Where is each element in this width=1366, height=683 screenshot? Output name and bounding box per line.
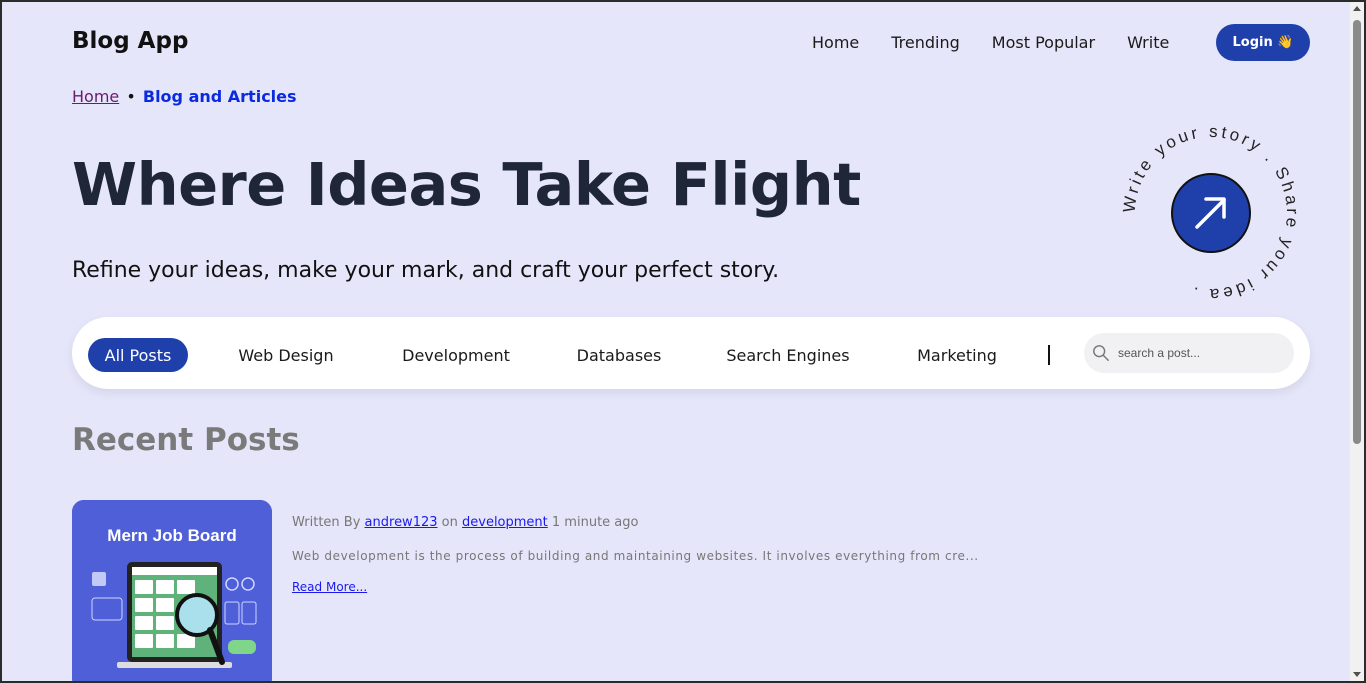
search-icon [1093, 345, 1109, 361]
post-author-link[interactable]: andrew123 [365, 515, 438, 530]
post-time: 1 minute ago [551, 515, 639, 530]
category-marketing[interactable]: Marketing [904, 338, 1010, 372]
vertical-scrollbar[interactable] [1350, 2, 1364, 681]
hero-subtitle: Refine your ideas, make your mark, and c… [72, 258, 780, 283]
category-development[interactable]: Development [390, 338, 522, 372]
scrollbar-thumb[interactable] [1353, 20, 1361, 444]
scroll-up-icon[interactable] [1353, 6, 1361, 11]
nav-most-popular[interactable]: Most Popular [992, 33, 1095, 52]
breadcrumb: Home • Blog and Articles [72, 87, 297, 106]
post-thumbnail[interactable]: Mern Job Board [72, 500, 272, 681]
read-more-link[interactable]: Read More... [292, 580, 367, 594]
nav-trending[interactable]: Trending [891, 33, 960, 52]
post-thumbnail-image: Mern Job Board [72, 500, 272, 681]
login-button[interactable]: Login 👋 [1216, 24, 1310, 61]
filter-divider [1048, 345, 1050, 365]
category-search-engines[interactable]: Search Engines [716, 338, 860, 372]
recent-posts-heading: Recent Posts [72, 422, 300, 458]
category-filter-bar: All Posts Web Design Development Databas… [72, 317, 1310, 389]
post-category-link[interactable]: development [462, 515, 548, 530]
post-meta: Written By andrew123 on development 1 mi… [292, 515, 638, 530]
search-box[interactable] [1084, 333, 1294, 373]
category-all-posts[interactable]: All Posts [88, 338, 188, 372]
page: Blog App Home Trending Most Popular Writ… [2, 2, 1350, 681]
share-story-badge[interactable]: Write your story . Share your idea . [1120, 122, 1302, 304]
breadcrumb-separator: • [126, 87, 136, 106]
post-excerpt: Web development is the process of buildi… [292, 549, 979, 563]
search-input[interactable] [1118, 346, 1278, 360]
brand-logo[interactable]: Blog App [72, 28, 188, 54]
category-web-design[interactable]: Web Design [224, 338, 348, 372]
circular-text-badge[interactable]: Write your story . Share your idea . [1120, 122, 1302, 304]
nav-write[interactable]: Write [1127, 33, 1169, 52]
category-databases[interactable]: Databases [566, 338, 672, 372]
nav-home[interactable]: Home [812, 33, 859, 52]
on-label: on [441, 515, 458, 530]
breadcrumb-home-link[interactable]: Home [72, 87, 119, 106]
written-by-label: Written By [292, 515, 361, 530]
breadcrumb-current: Blog and Articles [142, 87, 297, 106]
thumbnail-title: Mern Job Board [107, 526, 236, 545]
scroll-down-icon[interactable] [1353, 672, 1361, 677]
main-nav: Home Trending Most Popular Write [812, 33, 1201, 52]
hero-title: Where Ideas Take Flight [72, 150, 861, 219]
